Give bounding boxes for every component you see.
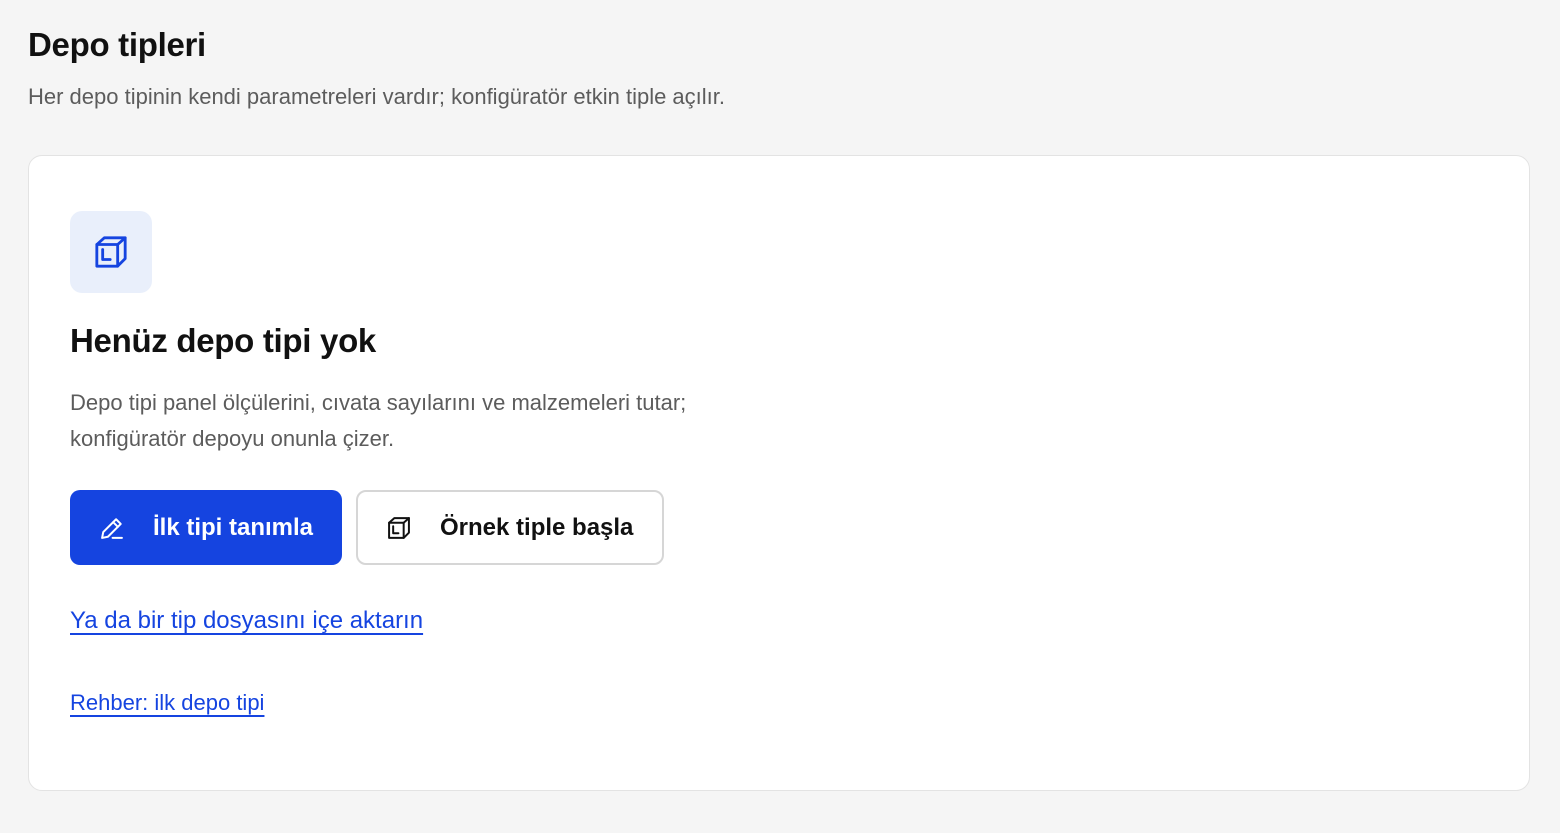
empty-state-description: Depo tipi panel ölçülerini, cıvata sayıl… <box>70 385 830 457</box>
page-subtitle: Her depo tipinin kendi parametreleri var… <box>28 84 726 109</box>
empty-state-card: Henüz depo tipi yok Depo tipi panel ölçü… <box>28 155 1530 791</box>
empty-state-title: Henüz depo tipi yok <box>70 322 376 359</box>
box-icon <box>385 514 413 542</box>
page-title: Depo tipleri <box>28 26 206 63</box>
pencil-icon <box>98 514 126 542</box>
start-with-sample-label: Örnek tiple başla <box>440 513 634 541</box>
box-icon <box>95 236 127 268</box>
define-first-type-label: İlk tipi tanımla <box>153 513 314 541</box>
empty-state-icon-tile <box>70 211 152 293</box>
empty-state-description-line: konfigüratör depoyu onunla çizer. <box>70 426 395 451</box>
start-with-sample-button[interactable]: Örnek tiple başla <box>356 490 664 565</box>
guide-link[interactable]: Rehber: ilk depo tipi <box>70 690 264 716</box>
empty-state-description-line: Depo tipi panel ölçülerini, cıvata sayıl… <box>70 390 687 415</box>
import-type-file-link[interactable]: Ya da bir tip dosyasını içe aktarın <box>70 607 423 635</box>
define-first-type-button[interactable]: İlk tipi tanımla <box>70 490 342 565</box>
